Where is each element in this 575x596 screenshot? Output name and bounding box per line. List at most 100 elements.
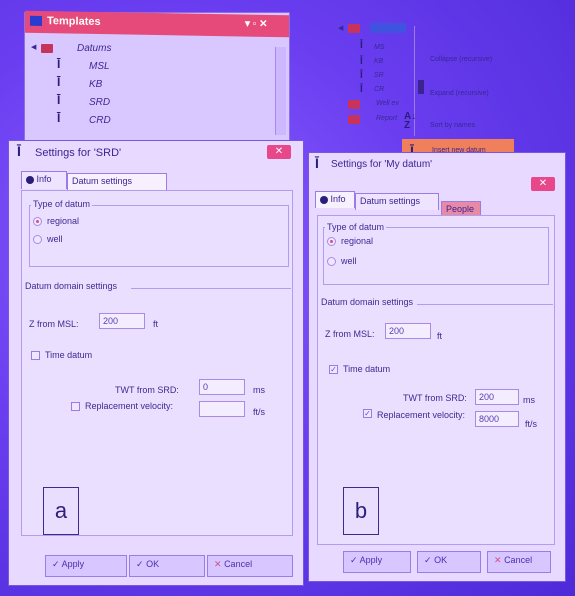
annotation-label-b: b bbox=[343, 487, 379, 535]
tree-item-msl[interactable]: MSL bbox=[89, 61, 110, 72]
cancel-button[interactable]: ✕ Cancel bbox=[207, 555, 293, 577]
tree-item-kb[interactable]: KB bbox=[374, 58, 383, 65]
time-datum-checkbox[interactable]: ✓ bbox=[329, 365, 338, 374]
tab-datum-settings[interactable]: Datum settings bbox=[355, 193, 439, 210]
radio-well-label[interactable]: well bbox=[341, 256, 357, 266]
datum-icon: Ī bbox=[360, 84, 363, 95]
dialog-a-title: Settings for 'SRD' bbox=[35, 147, 122, 159]
templates-scrollbar[interactable] bbox=[275, 47, 286, 135]
checkmark-icon: ✓ bbox=[136, 559, 144, 569]
templates-window-controls[interactable]: ▾ ▫ ✕ bbox=[245, 19, 268, 30]
replacement-velocity-input[interactable]: 8000 bbox=[475, 411, 519, 427]
time-datum-label[interactable]: Time datum bbox=[45, 350, 92, 360]
radio-well[interactable] bbox=[33, 235, 42, 244]
info-icon bbox=[26, 175, 34, 184]
info-icon bbox=[320, 195, 328, 204]
templates-titlebar: Templates ▾ ▫ ✕ bbox=[25, 10, 289, 38]
z-from-msl-input[interactable]: 200 bbox=[99, 313, 145, 329]
radio-regional[interactable] bbox=[33, 217, 42, 226]
datum-icon: Ī bbox=[315, 155, 319, 171]
radio-well[interactable] bbox=[327, 257, 336, 266]
tab-info-label: Info bbox=[330, 194, 346, 204]
ok-button[interactable]: ✓ OK bbox=[417, 551, 481, 573]
context-menu-area: ◀ Ī MS Ī KB Ī SR Ī CR Well ev Report Col… bbox=[334, 18, 544, 168]
datum-icon: Ī bbox=[57, 75, 61, 89]
radio-well-label[interactable]: well bbox=[47, 234, 63, 244]
settings-dialog-b: Ī Settings for 'My datum' ✕ Info Datum s… bbox=[308, 152, 566, 582]
apply-button-label: Apply bbox=[359, 555, 383, 565]
twt-from-srd-label: TWT from SRD: bbox=[403, 393, 467, 403]
close-icon[interactable]: ✕ bbox=[531, 177, 555, 191]
replacement-velocity-unit: ft/s bbox=[525, 419, 538, 429]
templates-panel: Templates ▾ ▫ ✕ ◀ Datums Ī MSL Ī KB Ī SR… bbox=[24, 10, 290, 142]
expand-triangle-icon[interactable]: ◀ bbox=[338, 24, 343, 32]
twt-from-srd-input[interactable]: 200 bbox=[475, 389, 519, 405]
folder-icon bbox=[41, 44, 53, 53]
replacement-velocity-checkbox[interactable]: ✓ bbox=[363, 409, 372, 418]
twt-unit: ms bbox=[253, 385, 265, 395]
apply-button[interactable]: ✓ Apply bbox=[45, 555, 127, 577]
tree-item-kb[interactable]: KB bbox=[89, 79, 102, 90]
folder-icon bbox=[348, 100, 360, 109]
tree-root-datums[interactable]: Datums bbox=[77, 43, 111, 54]
ok-button-label: OK bbox=[146, 559, 160, 569]
radio-regional[interactable] bbox=[327, 237, 336, 246]
menu-collapse-recursive[interactable]: Collapse (recursive) bbox=[430, 56, 492, 63]
menu-sort-by-names[interactable]: Sort by names bbox=[430, 122, 475, 129]
tree-item-crd[interactable]: CRD bbox=[89, 115, 111, 126]
z-from-msl-label: Z from MSL: bbox=[29, 319, 79, 329]
z-unit: ft bbox=[153, 319, 159, 329]
expand-icon bbox=[418, 80, 424, 94]
datum-domain-settings-label: Datum domain settings bbox=[321, 297, 414, 307]
folder-icon bbox=[348, 115, 360, 124]
replacement-velocity-checkbox[interactable] bbox=[71, 402, 80, 411]
group-divider bbox=[417, 304, 553, 305]
time-datum-checkbox[interactable] bbox=[31, 351, 40, 360]
z-from-msl-label: Z from MSL: bbox=[325, 329, 375, 339]
ok-button[interactable]: ✓ OK bbox=[129, 555, 205, 577]
cancel-icon: ✕ bbox=[494, 555, 502, 565]
datum-domain-settings-label: Datum domain settings bbox=[25, 281, 118, 291]
annotation-label-a: a bbox=[43, 487, 79, 535]
radio-regional-label[interactable]: regional bbox=[341, 236, 373, 246]
checkmark-icon: ✓ bbox=[424, 555, 432, 565]
z-unit: ft bbox=[437, 331, 443, 341]
tab-info[interactable]: Info bbox=[21, 171, 67, 189]
apply-button[interactable]: ✓ Apply bbox=[343, 551, 411, 573]
tab-datum-settings[interactable]: Datum settings bbox=[67, 173, 167, 191]
folder-icon bbox=[348, 24, 360, 33]
type-of-datum-group bbox=[29, 205, 289, 267]
twt-from-srd-input[interactable]: 0 bbox=[199, 379, 245, 395]
ok-button-label: OK bbox=[434, 555, 448, 565]
expand-triangle-icon[interactable]: ◀ bbox=[31, 43, 36, 51]
close-icon[interactable]: ✕ bbox=[267, 145, 291, 159]
tree-item-sr[interactable]: SR bbox=[374, 72, 384, 79]
tree-item-srd[interactable]: SRD bbox=[89, 97, 110, 108]
selected-tree-item[interactable] bbox=[370, 23, 406, 33]
datum-icon: Ī bbox=[17, 143, 21, 159]
settings-dialog-a: Ī Settings for 'SRD' ✕ Info Datum settin… bbox=[8, 140, 304, 586]
datum-icon: Ī bbox=[57, 111, 61, 125]
replacement-velocity-label[interactable]: Replacement velocity: bbox=[85, 401, 173, 411]
tree-item-cr[interactable]: CR bbox=[374, 86, 384, 93]
tree-item-well-ev[interactable]: Well ev bbox=[376, 100, 399, 107]
cancel-icon: ✕ bbox=[214, 559, 222, 569]
tree-item-report[interactable]: Report bbox=[376, 115, 397, 122]
datum-icon: Ī bbox=[57, 57, 61, 71]
radio-regional-label[interactable]: regional bbox=[47, 216, 79, 226]
datum-icon: Ī bbox=[57, 93, 61, 107]
replacement-velocity-label[interactable]: Replacement velocity: bbox=[377, 410, 465, 420]
time-datum-label[interactable]: Time datum bbox=[343, 364, 390, 374]
checkmark-icon: ✓ bbox=[52, 559, 60, 569]
type-of-datum-label: Type of datum bbox=[325, 222, 387, 232]
twt-from-srd-label: TWT from SRD: bbox=[115, 385, 179, 395]
replacement-velocity-input[interactable] bbox=[199, 401, 245, 417]
tab-info[interactable]: Info bbox=[315, 191, 355, 208]
z-from-msl-input[interactable]: 200 bbox=[385, 323, 431, 339]
checkmark-icon: ✓ bbox=[350, 555, 358, 565]
tab-datum-settings-label: Datum settings bbox=[360, 196, 421, 206]
tree-item-ms[interactable]: MS bbox=[374, 44, 385, 51]
cancel-button[interactable]: ✕ Cancel bbox=[487, 551, 551, 573]
group-divider bbox=[131, 288, 291, 289]
menu-expand-recursive[interactable]: Expand (recursive) bbox=[430, 90, 489, 97]
